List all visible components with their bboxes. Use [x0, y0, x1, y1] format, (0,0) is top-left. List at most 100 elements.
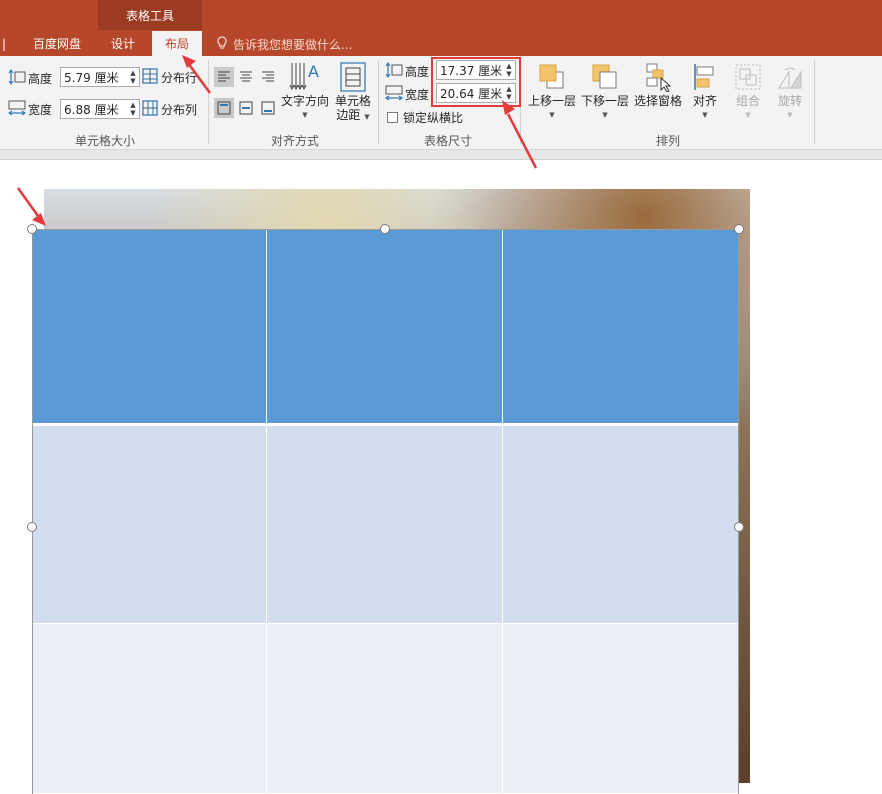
- align-left-button[interactable]: [214, 67, 234, 87]
- align-top-button[interactable]: [214, 98, 234, 118]
- distribute-columns-label: 分布列: [161, 103, 198, 117]
- table-width-icon: [385, 85, 403, 104]
- chevron-down-icon: ▼: [549, 111, 555, 119]
- selection-pane-icon: [643, 60, 673, 94]
- align-objects-icon: [690, 60, 720, 94]
- cell-width-spinner[interactable]: ▲ ▼: [129, 101, 137, 117]
- cell-margins-button[interactable]: 单元格 边距 ▼: [332, 60, 374, 124]
- send-backward-icon: [590, 60, 620, 94]
- distribute-columns-icon: [142, 100, 158, 119]
- chevron-down-icon: ▼: [602, 111, 608, 119]
- cell-height-text: 高度: [28, 72, 53, 86]
- distribute-rows-icon: [142, 68, 158, 87]
- align-objects-label: 对齐: [692, 94, 717, 108]
- align-bottom-icon: [261, 101, 275, 115]
- table-cell[interactable]: [503, 426, 739, 624]
- table-height-label: 高度: [385, 62, 429, 81]
- table-width-text: 宽度: [405, 88, 430, 102]
- rotate-icon: [775, 60, 805, 94]
- resize-handle-top-left[interactable]: [27, 224, 37, 234]
- chevron-down-icon: ▼: [702, 111, 708, 119]
- bring-forward-label: 上移一层: [527, 94, 576, 108]
- chevron-down-icon: ▼: [787, 111, 793, 119]
- tab-design[interactable]: 设计: [100, 31, 146, 56]
- table-cell[interactable]: [503, 624, 739, 794]
- text-direction-icon: A: [288, 60, 322, 94]
- group-objects-label: 组合: [735, 94, 760, 108]
- group-separator: [814, 60, 815, 144]
- bring-forward-button[interactable]: 上移一层 ▼: [526, 60, 578, 122]
- cell-margins-label-2: 边距: [336, 108, 361, 122]
- group-objects-button[interactable]: 组合 ▼: [728, 60, 768, 122]
- table-height-icon: [385, 62, 403, 81]
- lock-aspect-ratio-checkbox[interactable]: 锁定纵横比: [387, 109, 463, 126]
- lightbulb-icon: [216, 35, 228, 53]
- tab-layout[interactable]: 布局: [152, 31, 202, 56]
- table-header-cell[interactable]: [267, 229, 503, 426]
- rotate-label: 旋转: [777, 94, 802, 108]
- arrange-group-label: 排列: [655, 134, 680, 148]
- cell-width-field[interactable]: 6.88 厘米 ▲ ▼: [60, 99, 140, 119]
- tell-me-text: 告诉我您想要做什么...: [233, 37, 353, 52]
- align-right-button[interactable]: [258, 67, 278, 87]
- table-size-highlight-box: [431, 57, 521, 107]
- cell-height-field[interactable]: 5.79 厘米 ▲ ▼: [60, 67, 140, 87]
- table-width-label: 宽度: [385, 85, 429, 104]
- table-tools-context-label: 表格工具: [98, 0, 202, 30]
- group-objects-icon: [733, 60, 763, 94]
- column-width-icon: [8, 100, 26, 119]
- chevron-down-icon: ▼: [745, 111, 751, 119]
- align-right-icon: [262, 71, 274, 82]
- distribute-rows-button[interactable]: 分布行: [142, 68, 197, 87]
- lock-aspect-ratio-label: 锁定纵横比: [403, 111, 464, 125]
- cell-height-label: 高度: [8, 69, 52, 88]
- align-bottom-button[interactable]: [258, 98, 278, 118]
- cell-margins-label-2-wrap: 边距 ▼: [336, 108, 369, 124]
- cell-width-value: 6.88 厘米: [64, 102, 119, 117]
- tab-baidu-netdisk[interactable]: 百度网盘: [20, 31, 94, 56]
- group-separator: [208, 60, 209, 144]
- alignment-group-label: 对齐方式: [270, 134, 319, 148]
- table-cell[interactable]: [267, 426, 503, 624]
- align-center-button[interactable]: [236, 67, 256, 87]
- table-height-text: 高度: [405, 65, 430, 79]
- rotate-button[interactable]: 旋转 ▼: [770, 60, 810, 122]
- selection-pane-label: 选择窗格: [633, 94, 682, 108]
- chevron-down-icon: ▼: [302, 111, 308, 119]
- resize-handle-left[interactable]: [27, 522, 37, 532]
- cell-size-group-label: 单元格大小: [74, 134, 135, 148]
- table-header-cell[interactable]: [32, 229, 267, 426]
- text-direction-label: 文字方向: [280, 94, 329, 108]
- align-objects-button[interactable]: 对齐 ▼: [685, 60, 725, 122]
- text-direction-button[interactable]: A 文字方向 ▼: [280, 60, 330, 122]
- resize-handle-right[interactable]: [734, 522, 744, 532]
- resize-handle-top-right[interactable]: [734, 224, 744, 234]
- align-middle-button[interactable]: [236, 98, 256, 118]
- tab-partial-left[interactable]: |: [0, 31, 8, 56]
- cell-height-spinner[interactable]: ▲ ▼: [129, 69, 137, 85]
- align-middle-icon: [239, 101, 253, 115]
- checkbox-box[interactable]: [387, 112, 398, 123]
- tell-me-search[interactable]: 告诉我您想要做什么...: [216, 33, 352, 55]
- align-left-icon: [218, 71, 230, 82]
- selection-pane-button[interactable]: 选择窗格: [632, 60, 684, 108]
- table-header-cell[interactable]: [503, 229, 739, 426]
- cell-width-label: 宽度: [8, 100, 52, 119]
- table-cell[interactable]: [267, 624, 503, 794]
- table-cell[interactable]: [32, 624, 267, 794]
- cell-margins-icon: [340, 60, 366, 94]
- send-backward-button[interactable]: 下移一层 ▼: [579, 60, 631, 122]
- send-backward-label: 下移一层: [580, 94, 629, 108]
- cell-margins-label-1: 单元格: [334, 94, 371, 108]
- row-height-icon: [8, 69, 26, 88]
- distribute-columns-button[interactable]: 分布列: [142, 100, 197, 119]
- align-top-icon: [217, 101, 231, 115]
- table[interactable]: [32, 229, 739, 794]
- table-cell[interactable]: [32, 426, 267, 624]
- cell-width-text: 宽度: [28, 103, 53, 117]
- distribute-rows-label: 分布行: [161, 71, 198, 85]
- resize-handle-top[interactable]: [380, 224, 390, 234]
- group-separator: [378, 60, 379, 144]
- align-center-icon: [240, 71, 252, 82]
- table-size-group-label: 表格尺寸: [423, 134, 472, 148]
